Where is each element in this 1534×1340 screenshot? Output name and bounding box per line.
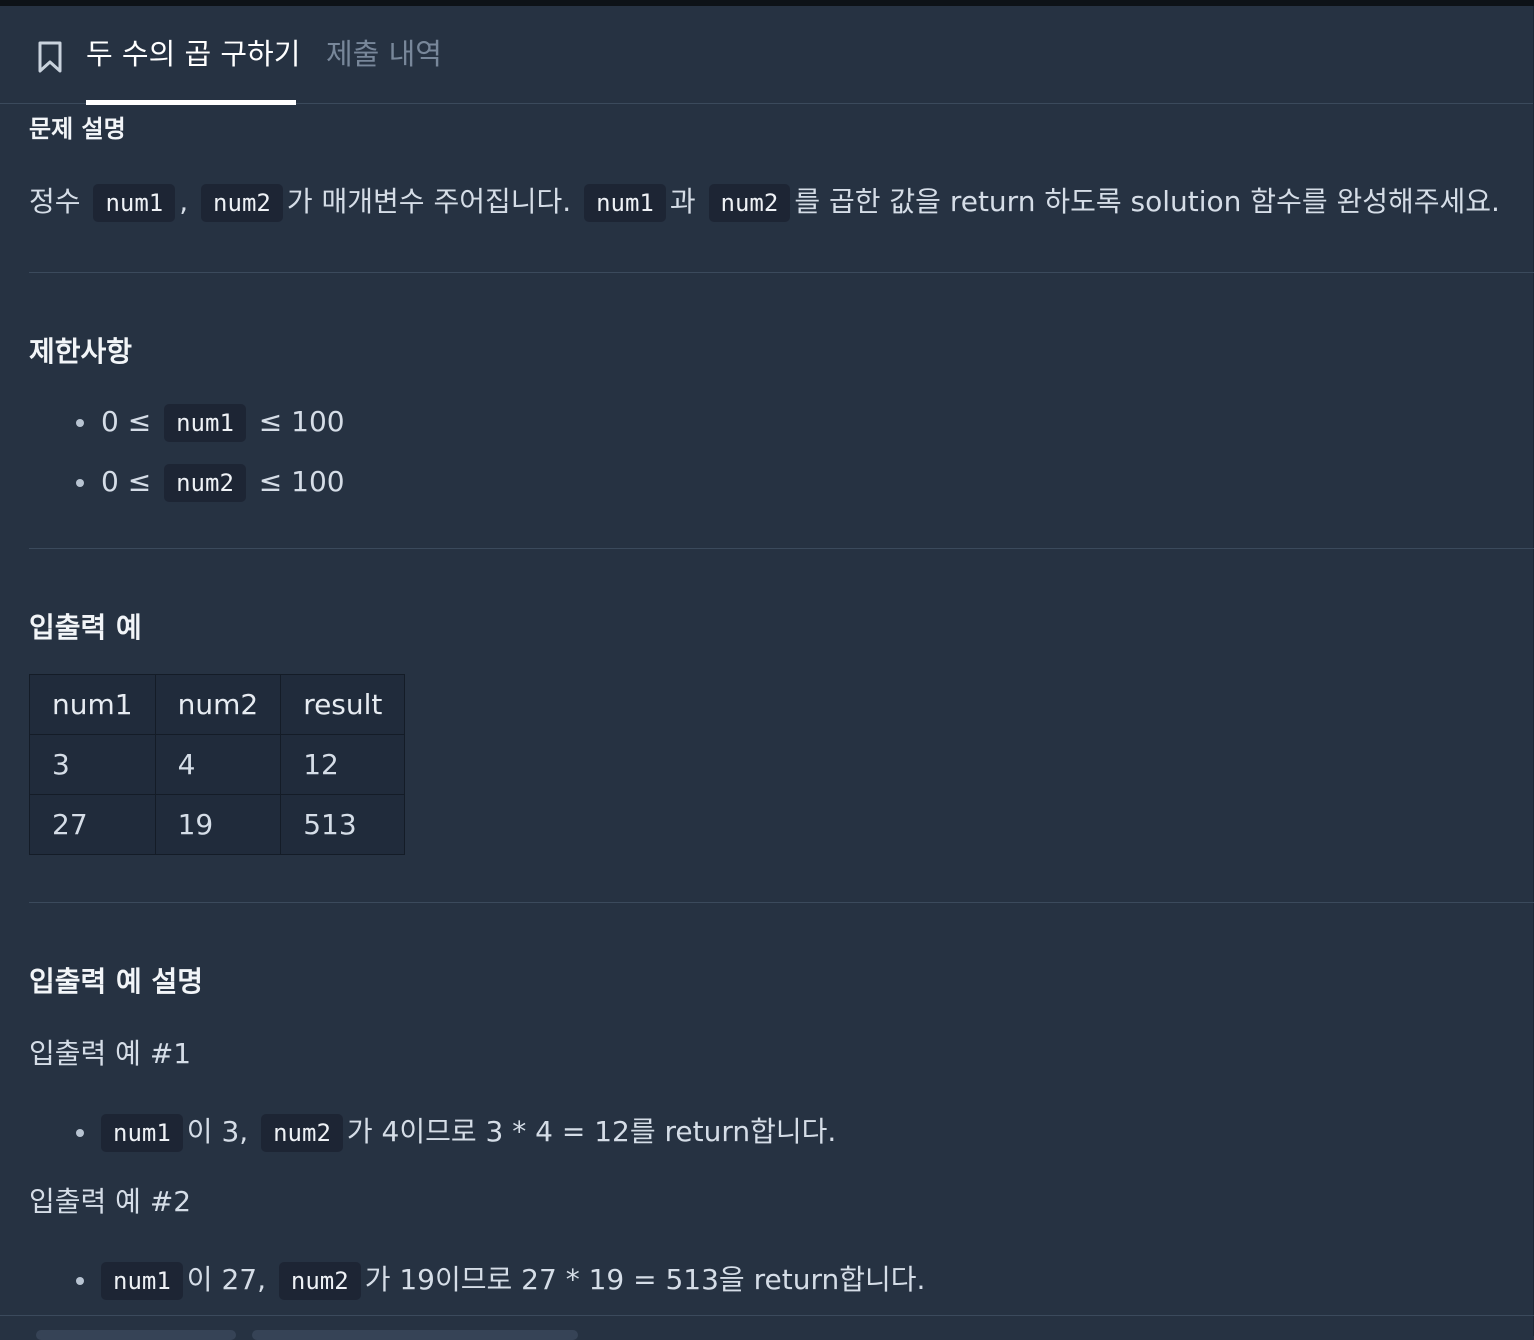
explanation-item: num1 이 27, num2 가 19이므로 27 * 19 = 513을 ret… <box>29 1256 925 1316</box>
tab-problem[interactable]: 두 수의 곱 구하기 <box>86 32 300 76</box>
code-num1: num1 <box>164 404 246 442</box>
table-cell: 19 <box>154 794 282 855</box>
text: ≤ 100 <box>258 465 345 498</box>
explanation-item: num1 이 3, num2 가 4이므로 3 * 4 = 12를 return합니… <box>29 1108 836 1168</box>
example-explanation-list: num1 이 3, num2 가 4이므로 3 * 4 = 12를 return합니… <box>29 1108 836 1168</box>
constraint-item: 0 ≤ num2 ≤ 100 <box>29 458 345 518</box>
column-header: result <box>280 674 406 735</box>
code-num1: num1 <box>101 1262 183 1300</box>
divider <box>29 902 1534 903</box>
bottom-divider <box>0 1315 1534 1316</box>
bottom-tab[interactable] <box>252 1330 578 1340</box>
code-num1: num1 <box>93 184 176 222</box>
section-title-description: 문제 설명 <box>29 115 126 143</box>
io-example-table: num1 num2 result 3 4 12 27 19 513 <box>29 674 406 855</box>
column-header: num2 <box>154 674 282 735</box>
example-title: 입출력 예 #1 <box>29 1037 192 1070</box>
table-cell: 4 <box>154 734 282 795</box>
table-row: 3 4 12 <box>29 734 406 795</box>
table-cell: 513 <box>280 794 406 855</box>
code-num2: num2 <box>278 1262 361 1300</box>
text: 가 매개변수 주어집니다. <box>286 185 572 218</box>
text: 이 3, <box>186 1115 249 1148</box>
text: 이 27, <box>186 1263 266 1296</box>
code-num2: num2 <box>708 184 791 222</box>
text: 를 곱한 값을 return 하도록 solution 함수를 완성해주세요. <box>794 185 1500 218</box>
divider <box>29 548 1534 549</box>
table-cell: 12 <box>280 734 406 795</box>
table-cell: 27 <box>29 794 156 855</box>
example-title: 입출력 예 #2 <box>29 1185 192 1218</box>
table-row: 27 19 513 <box>29 794 406 855</box>
divider <box>29 272 1534 273</box>
column-header: num1 <box>29 674 156 735</box>
text: ≤ 100 <box>258 405 345 438</box>
code-num2: num2 <box>201 184 283 222</box>
bottom-tab[interactable] <box>36 1330 236 1340</box>
text: 0 ≤ <box>101 465 152 498</box>
tab-submission-history[interactable]: 제출 내역 <box>326 32 442 76</box>
example-explanation-list: num1 이 27, num2 가 19이므로 27 * 19 = 513을 ret… <box>29 1256 925 1316</box>
text: 가 19이므로 27 * 19 = 513을 return합니다. <box>364 1263 926 1296</box>
text: 0 ≤ <box>101 405 152 438</box>
tab-bar: 두 수의 곱 구하기 제출 내역 <box>0 6 1534 105</box>
constraint-item: 0 ≤ num1 ≤ 100 <box>29 398 345 458</box>
code-num2: num2 <box>261 1114 343 1152</box>
active-tab-indicator <box>86 100 296 105</box>
section-title-constraints: 제한사항 <box>29 335 133 368</box>
table-header-row: num1 num2 result <box>29 674 406 735</box>
section-title-io-explanation: 입출력 예 설명 <box>29 965 204 998</box>
code-num1: num1 <box>584 184 666 222</box>
text: 과 <box>669 185 696 218</box>
text: , <box>179 185 189 218</box>
code-num1: num1 <box>101 1114 183 1152</box>
text: 정수 <box>29 185 81 218</box>
text: 가 4이므로 3 * 4 = 12를 return합니다. <box>346 1115 837 1148</box>
bookmark-icon[interactable] <box>36 40 64 74</box>
table-cell: 3 <box>29 734 156 795</box>
section-title-io-examples: 입출력 예 <box>29 611 142 644</box>
code-num2: num2 <box>164 464 246 502</box>
constraints-list: 0 ≤ num1 ≤ 100 0 ≤ num2 ≤ 100 <box>29 398 345 518</box>
description-paragraph: 정수 num1, num2 가 매개변수 주어집니다. num1 과 num2 를 곱… <box>29 180 1500 224</box>
